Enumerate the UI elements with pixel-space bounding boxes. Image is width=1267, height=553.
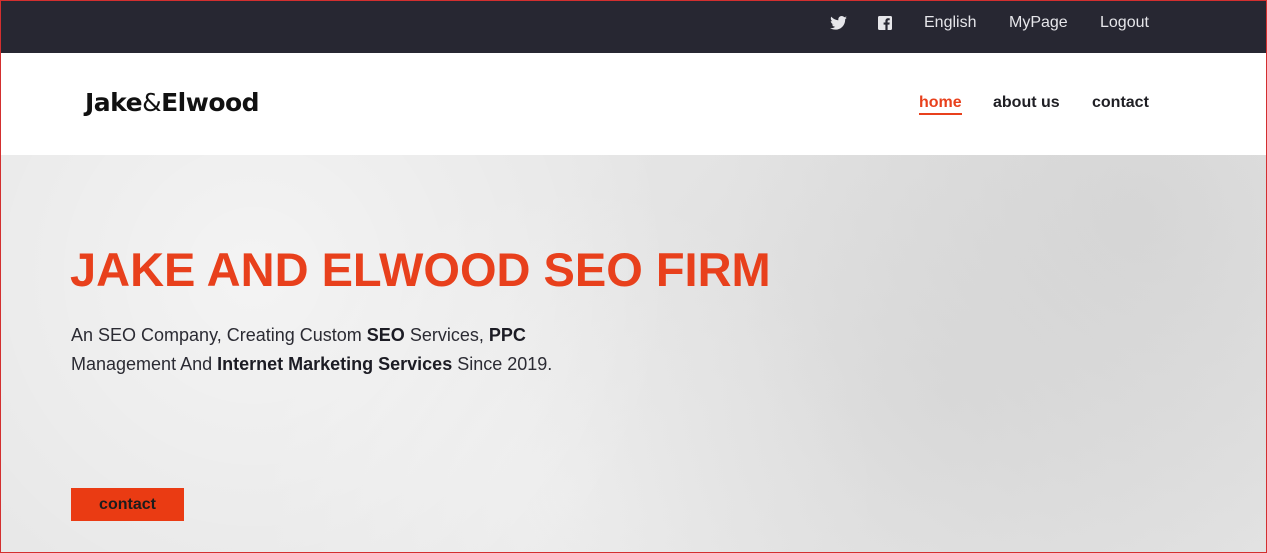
mypage-link[interactable]: MyPage (1009, 1, 1068, 45)
hero-bold-seo: SEO (366, 325, 405, 345)
hero-bold-internet-marketing: Internet Marketing Services (217, 354, 453, 374)
page-frame: English MyPage Logout Jake&Elwood home a… (0, 0, 1267, 553)
hero-description: An SEO Company, Creating Custom SEO Serv… (71, 321, 591, 379)
facebook-icon[interactable] (878, 1, 894, 45)
hero-text-4: Since 2019. (452, 354, 553, 374)
logout-link[interactable]: Logout (1100, 1, 1149, 45)
logo-ampersand: & (142, 88, 162, 117)
hero-text-2: Services, (404, 325, 489, 345)
logo-part-2: Elwood (161, 88, 260, 117)
hero-text-3: Management And (71, 354, 218, 374)
site-logo[interactable]: Jake&Elwood (85, 88, 260, 117)
hero-section: JAKE AND ELWOOD SEO FIRM An SEO Company,… (1, 155, 1266, 552)
nav-about-us[interactable]: about us (993, 94, 1060, 112)
nav-home[interactable]: home (919, 94, 962, 115)
language-link[interactable]: English (924, 1, 976, 45)
top-bar: English MyPage Logout (1, 1, 1266, 53)
site-header: Jake&Elwood home about us contact (1, 53, 1266, 155)
hero-bold-ppc: PPC (488, 325, 526, 345)
nav-contact[interactable]: contact (1092, 94, 1149, 112)
logo-part-1: Jake (85, 88, 143, 117)
hero-title: JAKE AND ELWOOD SEO FIRM (70, 243, 771, 296)
hero-text-1: An SEO Company, Creating Custom (71, 325, 367, 345)
twitter-icon[interactable] (830, 1, 848, 45)
contact-button[interactable]: contact (71, 488, 184, 521)
